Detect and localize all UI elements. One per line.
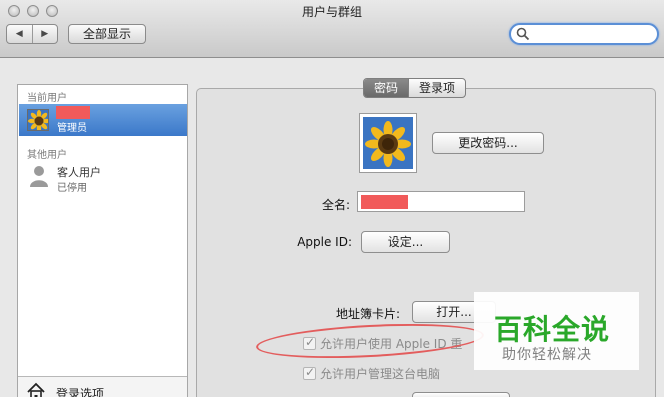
show-all-button[interactable]: 全部显示 xyxy=(68,24,146,44)
guest-user-status: 已停用 xyxy=(57,183,87,194)
window-toolbar: 用户与群组 ◀ ▶ 全部显示 xyxy=(0,0,664,58)
back-button[interactable]: ◀ xyxy=(7,25,32,43)
window-title: 用户与群组 xyxy=(301,5,362,19)
tab-password[interactable]: 密码 xyxy=(364,79,409,97)
sidebar-item-current-user[interactable]: 管理员 xyxy=(19,104,187,136)
fullname-field[interactable] xyxy=(357,191,525,212)
forward-arrow-icon: ▶ xyxy=(41,29,49,39)
current-user-header: 当前用户 xyxy=(27,93,67,104)
sidebar-item-guest-user[interactable]: 客人用户 已停用 xyxy=(19,162,187,194)
allow-admin-row[interactable]: 允许用户管理这台电脑 xyxy=(303,365,440,382)
watermark: 百科全说 助你轻松解决 xyxy=(474,292,639,370)
allow-admin-checkbox[interactable] xyxy=(303,365,316,380)
pane-tabs: 密码 登录项 xyxy=(363,78,467,98)
watermark-title: 百科全说 xyxy=(494,313,611,346)
user-picture-well[interactable] xyxy=(360,114,416,172)
login-options-label: 登录选项 xyxy=(56,387,105,397)
search-icon xyxy=(516,27,530,41)
change-password-button[interactable]: 更改密码... xyxy=(432,132,544,154)
sunflower-icon xyxy=(363,117,413,169)
guest-user-name: 客人用户 xyxy=(57,166,101,179)
users-sidebar: 当前用户 管理员 其他用户 客人用户 已停用 登录选项 xyxy=(17,84,188,397)
allow-admin-label: 允许用户管理这台电脑 xyxy=(320,367,441,381)
back-forward-group: ◀ ▶ xyxy=(6,24,58,44)
other-users-header: 其他用户 xyxy=(27,150,67,161)
login-options-item[interactable]: 登录选项 xyxy=(18,376,187,397)
tab-login-items[interactable]: 登录项 xyxy=(408,79,465,97)
user-avatar xyxy=(27,109,49,131)
partial-popup-button[interactable] xyxy=(412,392,510,397)
redacted-username xyxy=(56,106,90,119)
forward-button[interactable]: ▶ xyxy=(31,25,58,43)
sunflower-icon xyxy=(28,110,48,130)
redacted-fullname xyxy=(361,195,408,209)
current-user-role: 管理员 xyxy=(57,123,87,134)
set-apple-id-button[interactable]: 设定... xyxy=(361,231,450,253)
address-card-label: 地址簿卡片: xyxy=(335,307,400,321)
apple-id-label: Apple ID: xyxy=(297,235,352,249)
search-input[interactable] xyxy=(531,27,651,41)
watermark-subtitle: 助你轻松解决 xyxy=(502,347,592,363)
search-field[interactable] xyxy=(509,23,659,45)
fullname-label: 全名: xyxy=(321,198,350,212)
house-icon xyxy=(27,382,45,397)
guest-user-icon xyxy=(30,166,48,187)
back-arrow-icon: ◀ xyxy=(15,29,23,39)
